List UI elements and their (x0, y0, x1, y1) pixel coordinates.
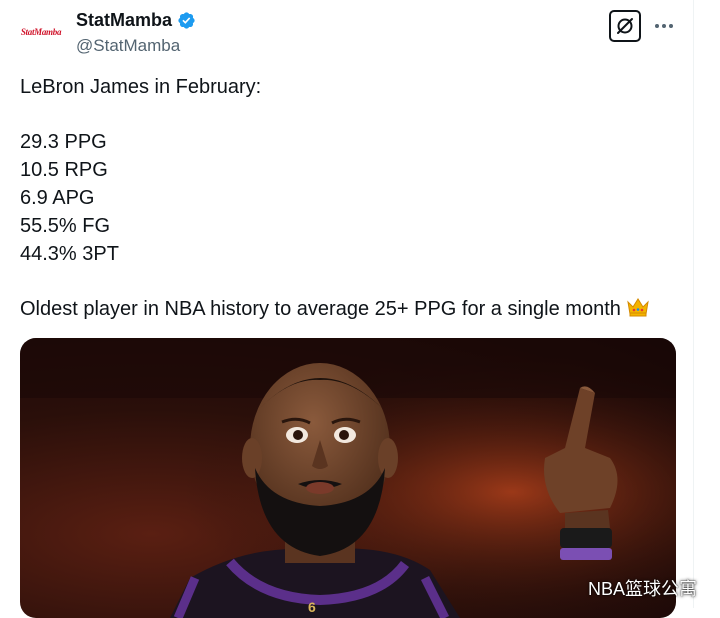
more-options-button[interactable] (652, 14, 676, 38)
tweet-text: LeBron James in February: 29.3 PPG 10.5 … (20, 73, 680, 323)
stat-line: 6.9 APG (20, 187, 95, 209)
avatar-logo: StatMamba (20, 27, 62, 37)
more-icon (655, 24, 673, 28)
stat-line: 29.3 PPG (20, 131, 107, 153)
timeline-border (693, 0, 694, 608)
grok-button[interactable] (609, 10, 641, 42)
verified-badge-icon (178, 12, 195, 29)
tweet-note-row: Oldest player in NBA history to average … (20, 295, 680, 323)
stat-line: 55.5% FG (20, 215, 111, 237)
stat-line: 10.5 RPG (20, 159, 108, 181)
grok-icon (617, 18, 633, 34)
display-name[interactable]: StatMamba (76, 10, 172, 31)
jersey-number: 6 (308, 599, 316, 615)
display-name-row[interactable]: StatMamba (76, 10, 196, 31)
stat-line: 44.3% 3PT (20, 243, 119, 265)
crown-icon (627, 298, 649, 317)
avatar[interactable]: StatMamba (14, 10, 68, 54)
account-handle[interactable]: @StatMamba (76, 36, 180, 56)
tweet-note: Oldest player in NBA history to average … (20, 298, 621, 320)
tweet-photo[interactable]: 6 (20, 338, 676, 618)
player-photo: 6 (20, 338, 676, 618)
tweet-heading: LeBron James in February: (20, 76, 262, 98)
watermark: NBA篮球公寓 (588, 579, 698, 599)
